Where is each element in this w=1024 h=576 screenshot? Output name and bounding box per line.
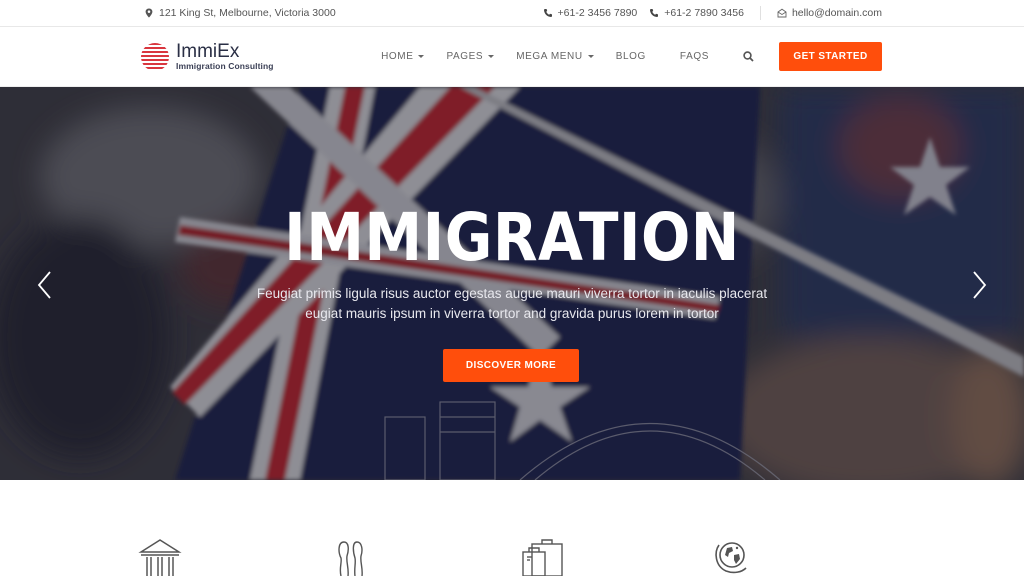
brand-name: ImmiEx <box>176 41 240 62</box>
nav-mega-menu-label: MEGA MENU <box>516 51 583 62</box>
nav-mega-menu[interactable]: MEGA MENU <box>516 51 594 62</box>
top-info-bar: 121 King St, Melbourne, Victoria 3000 +6… <box>0 0 1024 27</box>
address-text: 121 King St, Melbourne, Victoria 3000 <box>159 7 336 19</box>
map-pin-icon <box>145 8 153 18</box>
features-section <box>0 480 1024 576</box>
hero-subtitle-line-1: Feugiat primis ligula risus auctor egest… <box>256 286 768 301</box>
footprints-icon <box>338 541 363 576</box>
phone-2-text: +61-2 7890 3456 <box>664 7 744 19</box>
envelope-open-icon <box>777 8 787 18</box>
main-nav: HOME PAGES MEGA MENU BLOG FAQS GET START… <box>381 42 882 71</box>
email-link[interactable]: hello@domain.com <box>777 7 882 19</box>
nav-pages-label: PAGES <box>446 51 484 62</box>
hero-subtitle: Feugiat primis ligula risus auctor egest… <box>0 284 1024 324</box>
hero-title: IMMIGRATION <box>284 199 740 276</box>
email-text: hello@domain.com <box>791 7 882 19</box>
luggage-icon <box>522 539 563 576</box>
phone-1[interactable]: +61-2 3456 7890 <box>543 7 638 19</box>
search-icon[interactable] <box>743 51 754 62</box>
nav-blog-label: BLOG <box>615 51 646 62</box>
logo[interactable]: ImmiEx Immigration Consulting <box>140 42 274 72</box>
hero-slider: IMMIGRATION Feugiat primis ligula risus … <box>0 87 1024 480</box>
nav-blog[interactable]: BLOG <box>616 51 646 62</box>
get-started-button[interactable]: GET STARTED <box>779 42 882 71</box>
phone-icon <box>543 9 552 17</box>
building-columns-icon <box>138 539 182 576</box>
caret-down-icon <box>488 55 495 58</box>
phone-1-text: +61-2 3456 7890 <box>557 7 638 19</box>
nav-home[interactable]: HOME <box>381 51 425 62</box>
address-info: 121 King St, Melbourne, Victoria 3000 <box>144 7 336 19</box>
caret-down-icon <box>418 55 425 58</box>
phone-icon <box>650 9 659 17</box>
main-header: ImmiEx Immigration Consulting HOME PAGES… <box>0 27 1024 87</box>
striped-globe-logo-icon <box>141 42 169 69</box>
brand-tagline: Immigration Consulting <box>176 61 274 71</box>
caret-down-icon <box>587 55 594 58</box>
chevron-right-icon[interactable] <box>970 270 988 300</box>
discover-more-button[interactable]: DISCOVER MORE <box>443 349 579 382</box>
nav-faqs[interactable]: FAQS <box>680 51 709 62</box>
hero-content: IMMIGRATION Feugiat primis ligula risus … <box>0 87 1024 480</box>
globe-icon <box>715 542 747 574</box>
nav-home-label: HOME <box>381 51 414 62</box>
nav-faqs-label: FAQS <box>679 51 709 62</box>
hero-subtitle-line-2: eugiat mauris ipsum in viverra tortor an… <box>305 306 719 321</box>
phone-2[interactable]: +61-2 7890 3456 <box>649 7 744 19</box>
nav-pages[interactable]: PAGES <box>446 51 495 62</box>
chevron-left-icon[interactable] <box>36 270 54 300</box>
divider <box>759 6 761 20</box>
